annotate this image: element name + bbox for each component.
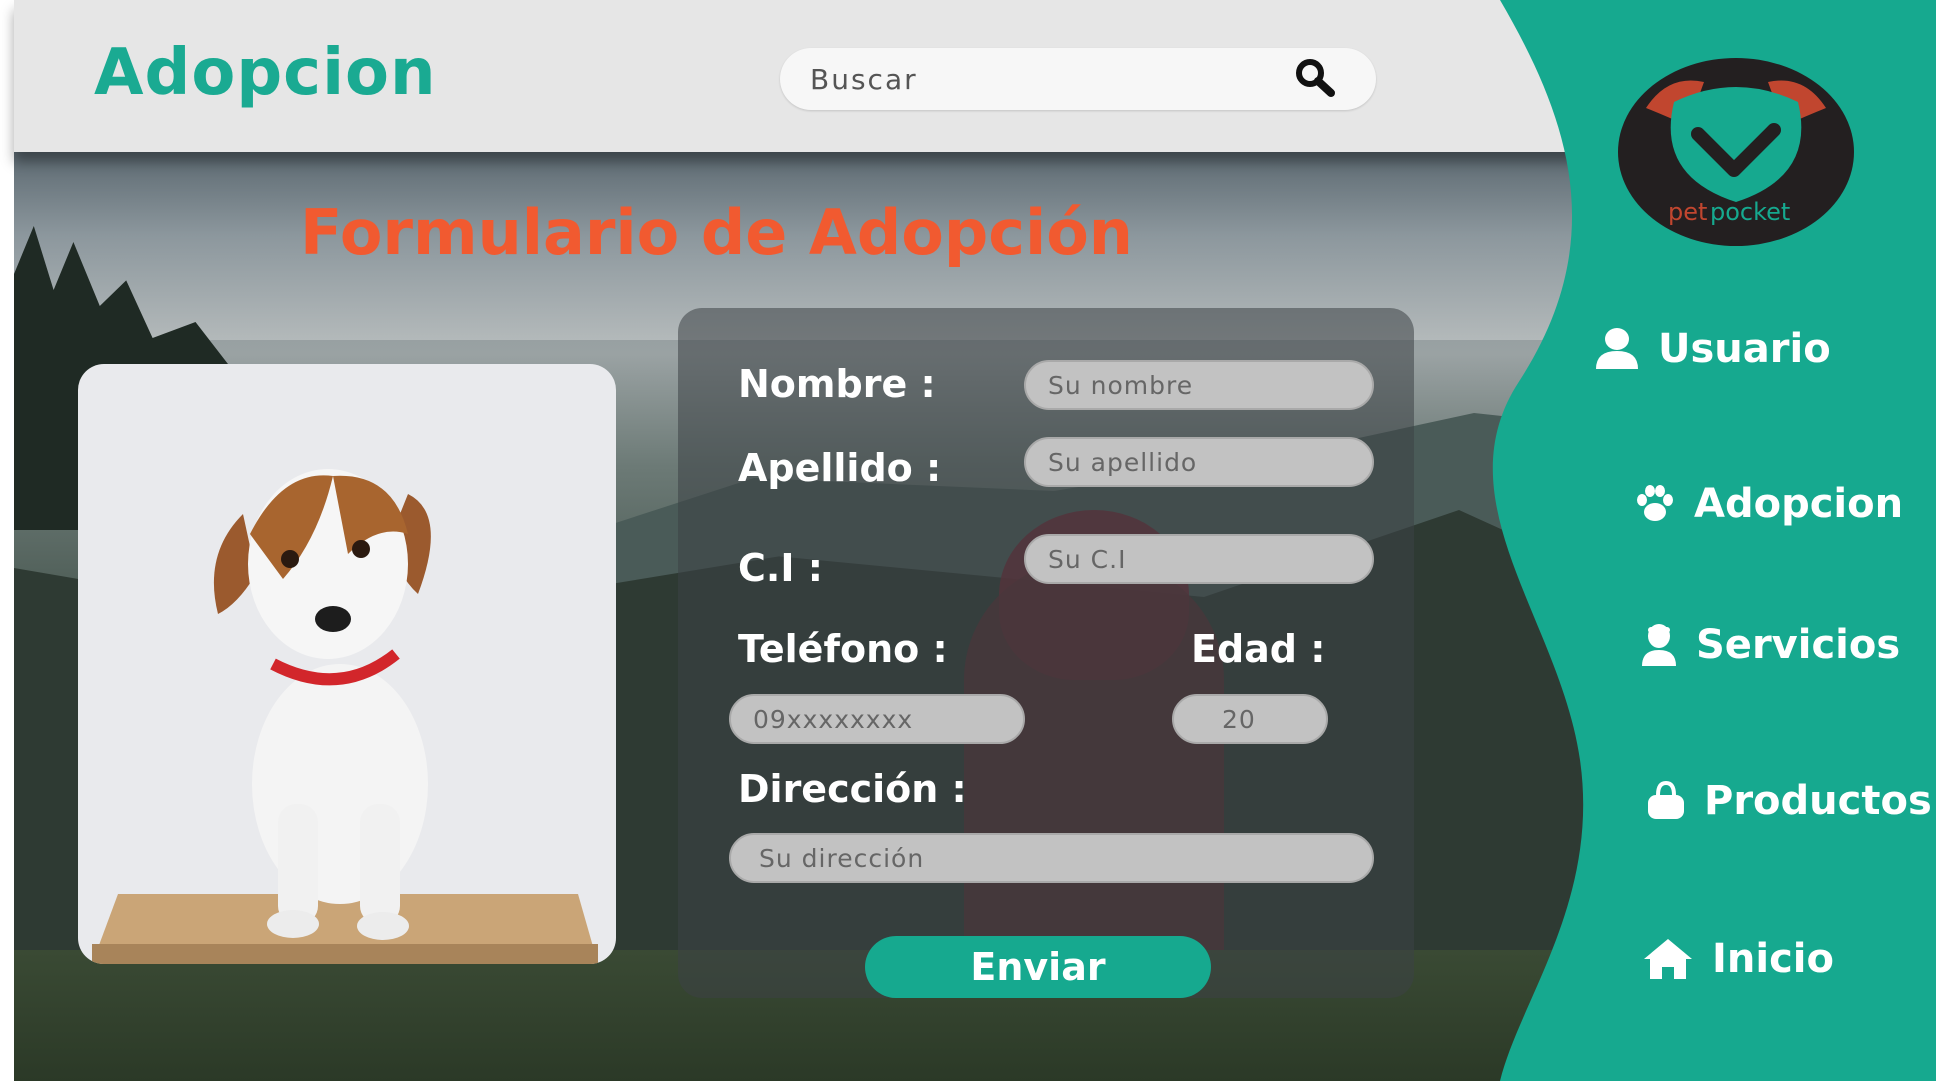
label-edad: Edad : [1191, 627, 1326, 671]
sidebar: pet pocket Usuario Adopcion Servicios Pr… [1480, 0, 1936, 1081]
label-telefono: Teléfono : [738, 627, 948, 671]
label-nombre: Nombre : [738, 362, 936, 406]
sidebar-item-usuario[interactable]: Usuario [1594, 326, 1831, 372]
telefono-input[interactable] [729, 694, 1025, 744]
search-icon[interactable] [1294, 58, 1336, 100]
direccion-input[interactable] [729, 833, 1374, 883]
sidebar-item-label: Inicio [1712, 936, 1834, 982]
dog-photo [78, 364, 616, 964]
sidebar-item-productos[interactable]: Productos [1646, 778, 1932, 824]
sidebar-item-adopcion[interactable]: Adopcion [1634, 481, 1903, 527]
label-direccion: Dirección : [738, 767, 967, 811]
app-title: Adopcion [94, 36, 437, 110]
ci-input[interactable] [1024, 534, 1374, 584]
sidebar-item-label: Usuario [1658, 326, 1831, 372]
search-bar [780, 48, 1376, 110]
dog-illustration [92, 469, 598, 964]
service-person-icon [1642, 624, 1676, 666]
svg-text:pocket: pocket [1710, 198, 1790, 226]
petpocket-logo: pet pocket [1618, 58, 1854, 246]
svg-text:pet: pet [1668, 198, 1707, 226]
label-apellido: Apellido : [738, 446, 942, 490]
form-title: Formulario de Adopción [300, 196, 1133, 269]
sidebar-item-inicio[interactable]: Inicio [1642, 936, 1834, 982]
search-input[interactable] [810, 48, 1270, 110]
sidebar-item-label: Productos [1704, 778, 1932, 824]
shopping-bag-icon [1648, 781, 1684, 819]
header-bar: Adopcion [14, 0, 1594, 152]
sidebar-item-servicios[interactable]: Servicios [1640, 622, 1900, 668]
sidebar-item-label: Servicios [1696, 622, 1901, 668]
apellido-input[interactable] [1024, 437, 1374, 487]
enviar-button[interactable]: Enviar [865, 936, 1211, 998]
sidebar-item-label: Adopcion [1694, 481, 1904, 527]
home-icon [1644, 939, 1692, 979]
user-icon [1596, 328, 1638, 369]
edad-input[interactable] [1172, 694, 1328, 744]
nombre-input[interactable] [1024, 360, 1374, 410]
label-ci: C.I : [738, 546, 823, 590]
paw-icon [1637, 485, 1673, 521]
